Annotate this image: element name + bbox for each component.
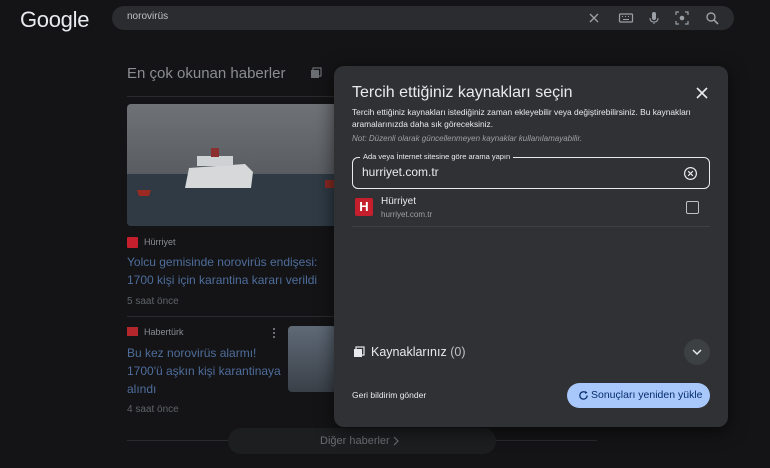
lens-icon[interactable]	[674, 10, 690, 26]
collection-icon	[311, 67, 322, 78]
news-source: Hürriyet	[144, 237, 176, 247]
more-vert-icon[interactable]	[270, 327, 278, 339]
divider	[127, 96, 337, 97]
google-logo[interactable]: Google	[20, 7, 89, 33]
sources-count: (0)	[450, 345, 466, 359]
more-news-label: Diğer haberler	[320, 435, 390, 447]
chevron-right-icon	[393, 436, 399, 446]
result-url: hurriyet.com.tr	[381, 210, 433, 219]
dialog-title: Tercih ettiğiniz kaynakları seçin	[352, 84, 573, 101]
source-search-input[interactable]	[362, 165, 662, 179]
expand-sources-button[interactable]	[684, 339, 710, 365]
news-headline[interactable]: Bu kez norovirüs alarmı! 1700'ü aşkın ki…	[127, 344, 287, 398]
mic-icon[interactable]	[646, 10, 662, 26]
search-query[interactable]: norovirüs	[127, 11, 168, 22]
news-image-ship[interactable]	[127, 104, 337, 226]
search-icon[interactable]	[704, 10, 720, 26]
news-headline[interactable]: Yolcu gemisinde norovirüs endişesi: 1700…	[127, 253, 337, 289]
dialog-description: Tercih ettiğiniz kaynakları istediğiniz …	[352, 107, 691, 129]
news-time: 5 saat önce	[127, 296, 179, 307]
hurriyet-logo: H	[355, 198, 373, 216]
news-image-port[interactable]	[288, 326, 336, 392]
sources-collection-icon	[354, 346, 365, 357]
clear-search-icon[interactable]	[683, 166, 698, 181]
clear-icon[interactable]	[586, 10, 602, 26]
close-icon[interactable]	[694, 85, 710, 101]
news-time: 4 saat önce	[127, 404, 179, 415]
result-checkbox[interactable]	[686, 201, 699, 214]
section-title: En çok okunan haberler	[127, 65, 286, 82]
haberturk-logo-small	[127, 327, 138, 336]
result-name: Hürriyet	[381, 196, 417, 207]
keyboard-icon[interactable]	[618, 10, 634, 26]
send-feedback-link[interactable]: Geri bildirim gönder	[352, 390, 426, 400]
your-sources-label: Kaynaklarınız (0)	[371, 345, 466, 359]
your-sources-text: Kaynaklarınız	[371, 345, 447, 359]
dialog-note: Not: Düzenli olarak güncellenmeyen kayna…	[352, 134, 583, 143]
divider	[127, 316, 337, 317]
reload-results-label: Sonuçları yeniden yükle	[591, 389, 703, 401]
news-source: Habertürk	[144, 327, 184, 337]
refresh-icon	[579, 390, 588, 400]
source-search-label: Ada veya İnternet sitesine göre arama ya…	[360, 152, 514, 161]
search-bar[interactable]	[112, 6, 734, 30]
divider	[352, 226, 710, 227]
chevron-down-icon	[692, 349, 702, 356]
hurriyet-logo-small	[127, 237, 138, 248]
